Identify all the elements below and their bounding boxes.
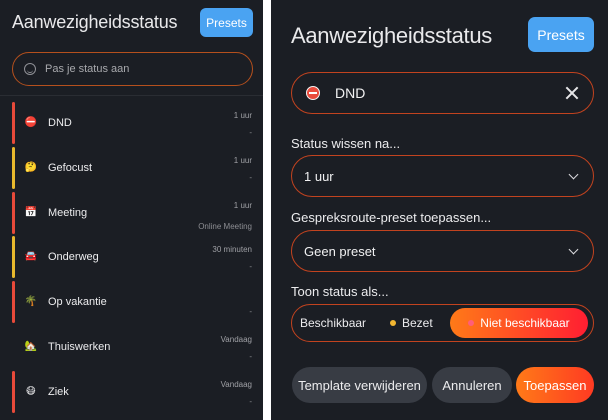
status-list-panel: Aanwezigheidsstatus Presets Pas je statu… — [0, 0, 263, 420]
option-label: Niet beschikbaar — [480, 316, 570, 330]
thinking-face-icon: 🤔 — [24, 161, 38, 173]
remove-template-button[interactable]: Template verwijderen — [292, 367, 427, 403]
status-search-input[interactable]: Pas je status aan — [12, 52, 253, 86]
selected-status-label: DND — [335, 85, 366, 101]
status-name: Thuiswerken — [48, 340, 111, 353]
chevron-down-icon — [568, 244, 579, 255]
status-duration: Vandaag — [220, 379, 252, 389]
status-color-bar — [12, 236, 15, 279]
clear-after-label: Status wissen na... — [291, 136, 401, 151]
status-detail: Online Meeting — [198, 221, 252, 231]
route-preset-label: Gespreksroute-preset toepassen... — [291, 210, 492, 225]
smiley-icon — [24, 63, 36, 75]
list-item[interactable]: 🌴 Op vakantie - — [0, 281, 263, 326]
edit-title: Aanwezigheidsstatus — [291, 23, 492, 48]
status-color-bar — [12, 281, 15, 324]
presets-button[interactable]: Presets — [528, 17, 594, 52]
status-name: Gefocust — [48, 161, 93, 174]
status-detail: - — [249, 128, 252, 137]
list-item[interactable]: 🤔 Gefocust 1 uur - — [0, 146, 263, 192]
option-available[interactable]: Beschikbaar — [300, 305, 366, 341]
house-icon: 🏡 — [24, 340, 38, 352]
status-color-bar — [12, 146, 15, 189]
route-preset-select[interactable]: Geen preset — [291, 230, 594, 272]
status-edit-panel: Aanwezigheidsstatus Presets DND Status w… — [271, 0, 608, 420]
cancel-button[interactable]: Annuleren — [432, 367, 512, 403]
busy-dot-icon — [390, 320, 396, 326]
status-detail: - — [249, 396, 252, 406]
status-color-bar — [12, 191, 15, 234]
status-detail: - — [249, 172, 252, 182]
list-item[interactable]: ⛔ DND 1 uur - — [0, 102, 263, 147]
presets-button[interactable]: Presets — [200, 8, 253, 37]
status-name: Op vakantie — [48, 296, 107, 309]
status-duration: 30 minuten — [212, 245, 252, 255]
status-name: Onderweg — [48, 251, 99, 264]
list-item[interactable]: 🏡 Thuiswerken Vandaag - — [0, 326, 263, 371]
status-name: DND — [48, 117, 72, 129]
selected-status-field[interactable]: DND — [291, 72, 594, 114]
clear-after-value: 1 uur — [304, 168, 334, 184]
page-title: Aanwezigheidsstatus — [12, 12, 178, 32]
route-preset-value: Geen preset — [304, 243, 376, 259]
list-item[interactable]: 🚘 Onderweg 30 minuten - — [0, 236, 263, 281]
list-item[interactable]: 😷 Ziek Vandaag - — [0, 370, 263, 416]
status-name: Ziek — [48, 385, 69, 398]
divider — [0, 95, 263, 96]
status-duration: Vandaag — [220, 334, 252, 344]
status-color-bar — [12, 102, 15, 144]
clear-after-select[interactable]: 1 uur — [291, 155, 594, 197]
option-label: Beschikbaar — [300, 316, 367, 330]
show-status-label: Toon status als... — [291, 284, 389, 299]
status-detail: - — [249, 262, 252, 272]
no-entry-icon: ⛔ — [24, 117, 38, 128]
no-entry-icon — [306, 86, 320, 100]
list-item[interactable]: 📅 Meeting 1 uur Online Meeting — [0, 191, 263, 237]
search-placeholder: Pas je status aan — [45, 63, 130, 75]
unavailable-dot-icon — [468, 320, 475, 326]
apply-button[interactable]: Toepassen — [516, 367, 594, 403]
status-detail: - — [249, 351, 252, 361]
option-busy[interactable]: Bezet — [390, 305, 433, 341]
chevron-down-icon — [568, 169, 579, 180]
option-unavailable[interactable]: Niet beschikbaar — [450, 308, 588, 338]
option-label: Bezet — [402, 316, 433, 330]
close-icon[interactable] — [565, 86, 579, 100]
availability-toggle: Beschikbaar Bezet Niet beschikbaar — [291, 304, 594, 342]
status-list: ⛔ DND 1 uur - 🤔 Gefocust 1 uur - 📅 Meeti… — [0, 102, 263, 416]
status-duration: 1 uur — [233, 200, 252, 210]
status-duration: 1 uur — [233, 111, 252, 120]
status-color-bar — [12, 370, 15, 413]
calendar-icon: 📅 — [24, 206, 38, 218]
sick-face-icon: 😷 — [25, 385, 37, 397]
palm-tree-icon: 🌴 — [24, 296, 38, 308]
car-icon: 🚘 — [24, 251, 38, 263]
status-name: Meeting — [48, 206, 88, 219]
status-duration: 1 uur — [233, 155, 252, 165]
status-detail: - — [249, 307, 252, 317]
